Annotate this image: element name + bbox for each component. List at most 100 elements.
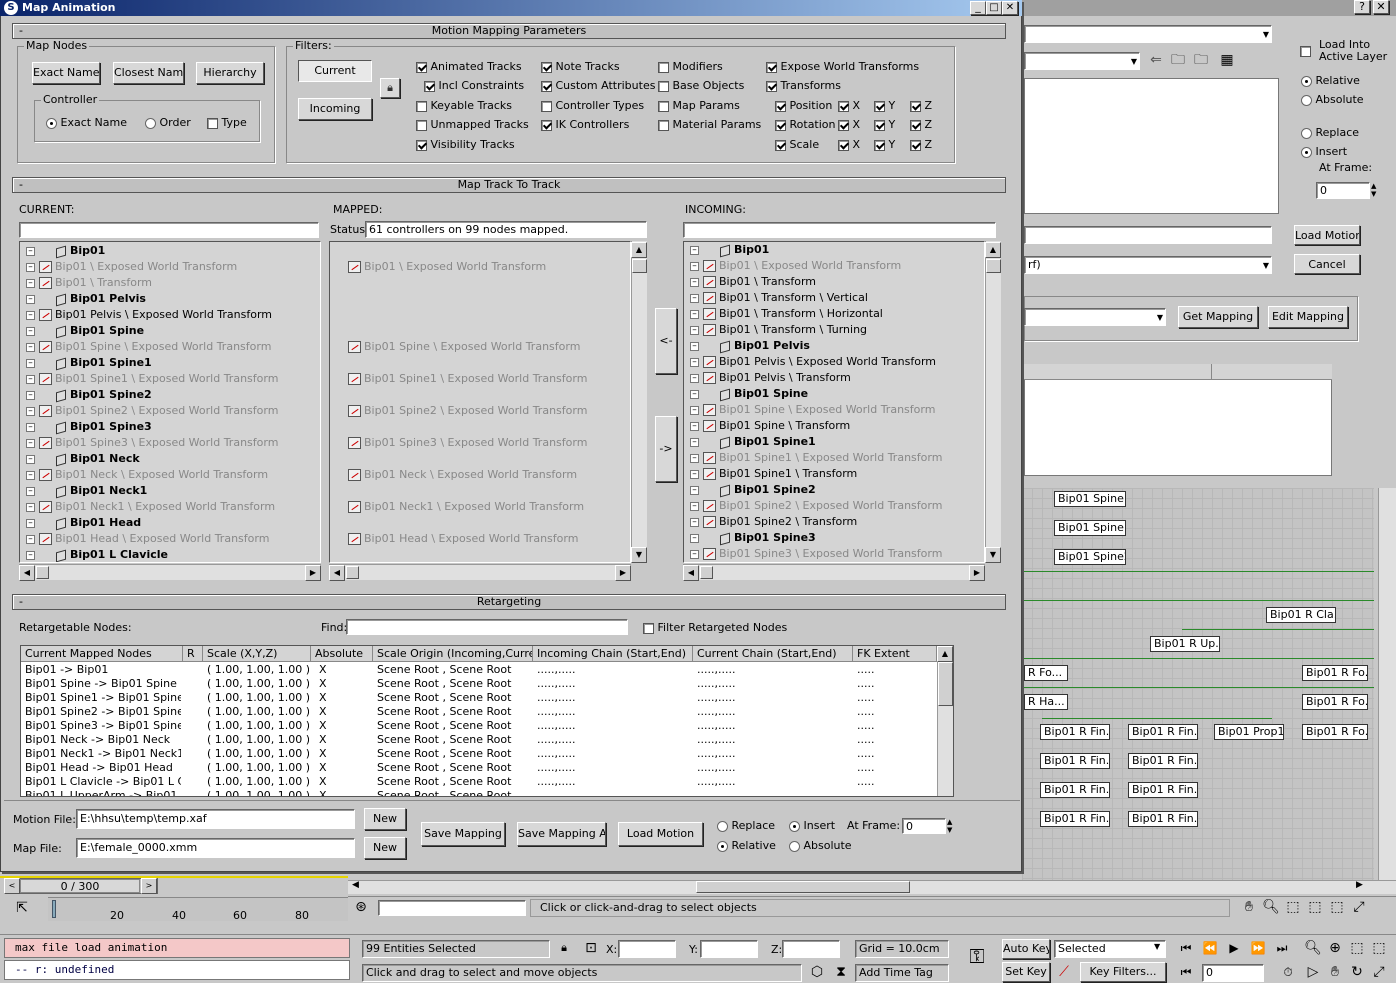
bg-frame-spinner[interactable]: 0 xyxy=(1316,182,1370,199)
expander-icon[interactable]: – xyxy=(26,326,35,336)
note-tracks-checkbox[interactable]: Note Tracks xyxy=(541,60,620,73)
tree-row[interactable]: – Bip01 Spine xyxy=(20,323,320,339)
visibility-tracks-checkbox[interactable]: Visibility Tracks xyxy=(416,138,515,151)
rollout-motion-mapping[interactable]: - Motion Mapping Parameters xyxy=(12,23,1006,39)
tree-row[interactable]: – Bip01 xyxy=(684,242,984,258)
hierarchy-button[interactable]: Hierarchy xyxy=(196,62,264,84)
prev-frame-icon[interactable]: ⏪ xyxy=(1200,940,1220,956)
incoming-hscrollbar[interactable] xyxy=(683,564,985,580)
maxscript-listener-input[interactable]: -- r: undefined xyxy=(4,960,350,980)
table-row[interactable]: Bip01 Neck -> Bip01 Neck ( 1.00, 1.00, 1.… xyxy=(21,733,937,747)
maximize-button[interactable]: □ xyxy=(986,1,1002,15)
insert-radio[interactable]: Insert xyxy=(789,819,835,832)
close-button[interactable]: ✕ xyxy=(1002,1,1018,15)
scroll-left-arrow-icon[interactable]: ◀ xyxy=(19,565,35,581)
table-row[interactable]: Bip01 Head -> Bip01 Head ( 1.00, 1.00, 1.… xyxy=(21,761,937,775)
tree-row[interactable]: – Bip01 Pelvis \ Transform xyxy=(684,370,984,386)
x-coord-field[interactable] xyxy=(618,940,676,958)
tree-row[interactable]: – Bip01 Spine \ Exposed World Transform xyxy=(20,339,320,355)
scroll-up-arrow-icon[interactable]: ▲ xyxy=(631,242,647,258)
spinner-arrows-icon[interactable]: ▲ ▼ xyxy=(947,818,952,834)
position-z-checkbox[interactable]: Z xyxy=(910,99,932,112)
incoming-hscroll-thumb[interactable] xyxy=(700,566,713,579)
table-row[interactable]: Bip01 Neck1 -> Bip01 Neck1 ( 1.00, 1.00, … xyxy=(21,747,937,761)
tree-row[interactable]: – Bip01 Head xyxy=(20,515,320,531)
next-frame-icon[interactable]: ⏩ xyxy=(1248,940,1268,956)
bg-filename-field[interactable] xyxy=(1024,226,1272,244)
expander-icon[interactable]: – xyxy=(690,453,699,463)
animated-tracks-checkbox[interactable]: Animated Tracks xyxy=(416,60,522,73)
schematic-node[interactable]: Bip01 R Fo... xyxy=(1302,694,1368,710)
go-to-end-icon[interactable]: ⏭ xyxy=(1272,940,1292,956)
bg-relative-radio[interactable]: Relative xyxy=(1301,74,1360,87)
expander-icon[interactable]: – xyxy=(690,293,699,303)
expander-icon[interactable]: – xyxy=(26,358,35,368)
bg-list-view[interactable] xyxy=(1024,364,1332,476)
tree-row[interactable]: – Bip01 \ Transform xyxy=(20,275,320,291)
current-search-input[interactable] xyxy=(19,222,319,238)
schematic-vscrollbar[interactable] xyxy=(1378,488,1396,880)
schematic-node[interactable]: R Fo... xyxy=(1024,665,1068,681)
auto-key-button[interactable]: Auto Key xyxy=(1002,939,1050,959)
map-file-new-button[interactable]: New xyxy=(364,837,406,859)
time-tag-icon[interactable]: ⧗ xyxy=(832,964,850,980)
bg-close-button[interactable]: ✕ xyxy=(1373,0,1389,14)
view-menu-icon[interactable]: ▦ xyxy=(1216,52,1238,68)
tree-row[interactable]: – Bip01 Neck1 xyxy=(20,483,320,499)
mapped-vscrollbar[interactable] xyxy=(631,241,647,563)
map-right-button[interactable]: -> xyxy=(655,416,677,482)
tree-row[interactable]: – Bip01 Spine2 xyxy=(20,387,320,403)
filter-incoming-button[interactable]: Incoming xyxy=(298,98,372,120)
hscroll-left-arrow-icon[interactable]: ◀ xyxy=(352,880,359,890)
schematic-node[interactable]: Bip01 R Fin... xyxy=(1040,782,1110,798)
bg-mapping-combo[interactable]: ▼ xyxy=(1024,308,1166,326)
expander-icon[interactable]: – xyxy=(690,357,699,367)
column-header[interactable]: R xyxy=(183,646,203,662)
zoom-region-icon[interactable]: ⬚ xyxy=(1284,899,1302,915)
table-row[interactable]: Bip01 Spine2 -> Bip01 Spine2 ( 1.00, 1.00… xyxy=(21,705,937,719)
column-header[interactable]: Incoming Chain (Start,End) xyxy=(533,646,693,662)
cube-icon[interactable]: ⬡ xyxy=(808,964,826,980)
viewport-zoom-icon[interactable]: 🔍︎ xyxy=(1304,940,1322,956)
scroll-up-arrow-icon[interactable]: ▲ xyxy=(937,646,953,662)
map-params-checkbox[interactable]: Map Params xyxy=(658,99,740,112)
expander-icon[interactable]: – xyxy=(26,278,35,288)
tree-row[interactable]: – Bip01 Spine1 xyxy=(20,355,320,371)
load-into-checkbox[interactable] xyxy=(1300,44,1311,57)
modifiers-checkbox[interactable]: Modifiers xyxy=(658,60,723,73)
expander-icon[interactable]: – xyxy=(26,246,35,256)
selection-set-combo[interactable]: Selected xyxy=(1054,940,1166,958)
schematic-node[interactable]: Bip01 R Fin... xyxy=(1128,782,1198,798)
rollout-retargeting[interactable]: - Retargeting xyxy=(12,594,1006,610)
tree-row[interactable]: – Bip01 Spine2 \ Exposed World Transform xyxy=(684,498,984,514)
relative-radio[interactable]: Relative xyxy=(717,839,776,852)
save-mapping-as-button[interactable]: Save Mapping As xyxy=(517,822,606,846)
expander-icon[interactable]: – xyxy=(26,406,35,416)
mapped-row[interactable] xyxy=(330,483,630,499)
schematic-node[interactable]: Bip01 R Fin... xyxy=(1040,753,1110,769)
table-row[interactable]: Bip01 -> Bip01 ( 1.00, 1.00, 1.00 ) X Scene… xyxy=(21,663,937,677)
scroll-down-arrow-icon[interactable]: ▼ xyxy=(985,547,1001,563)
scale-x-checkbox[interactable]: X xyxy=(838,138,860,151)
expander-icon[interactable]: – xyxy=(26,310,35,320)
replace-radio[interactable]: Replace xyxy=(717,819,775,832)
expander-icon[interactable]: – xyxy=(690,405,699,415)
time-config-icon[interactable]: ⏱ xyxy=(1278,964,1298,980)
expander-icon[interactable]: – xyxy=(26,438,35,448)
table-row[interactable]: Bip01 L UpperArm -> Bip01 L ... ( 1.00, 1… xyxy=(21,789,937,796)
mapped-row[interactable] xyxy=(330,323,630,339)
column-header[interactable]: Absolute xyxy=(311,646,373,662)
tree-row[interactable]: – Bip01 Pelvis \ Exposed World Transform xyxy=(684,354,984,370)
tree-row[interactable]: – Bip01 Spine \ Exposed World Transform xyxy=(684,402,984,418)
zoom-extents-icon[interactable]: ⬚ xyxy=(1306,899,1324,915)
bg-insert-radio[interactable]: Insert xyxy=(1301,145,1347,158)
expander-icon[interactable]: – xyxy=(690,517,699,527)
schematic-node[interactable]: Bip01 R Fin... xyxy=(1040,724,1110,740)
bg-combo-3[interactable]: rf) ▼ xyxy=(1024,256,1272,274)
tree-row[interactable]: – Bip01 Pelvis \ Exposed World Transform xyxy=(20,307,320,323)
tree-row[interactable]: – Bip01 Spine3 xyxy=(684,530,984,546)
mapped-row[interactable]: Bip01 Spine2 \ Exposed World Transform xyxy=(330,403,630,419)
tree-row[interactable]: – Bip01 Spine2 xyxy=(684,482,984,498)
material-params-checkbox[interactable]: Material Params xyxy=(658,118,761,131)
custom-attributes-checkbox[interactable]: Custom Attributes xyxy=(541,79,655,92)
